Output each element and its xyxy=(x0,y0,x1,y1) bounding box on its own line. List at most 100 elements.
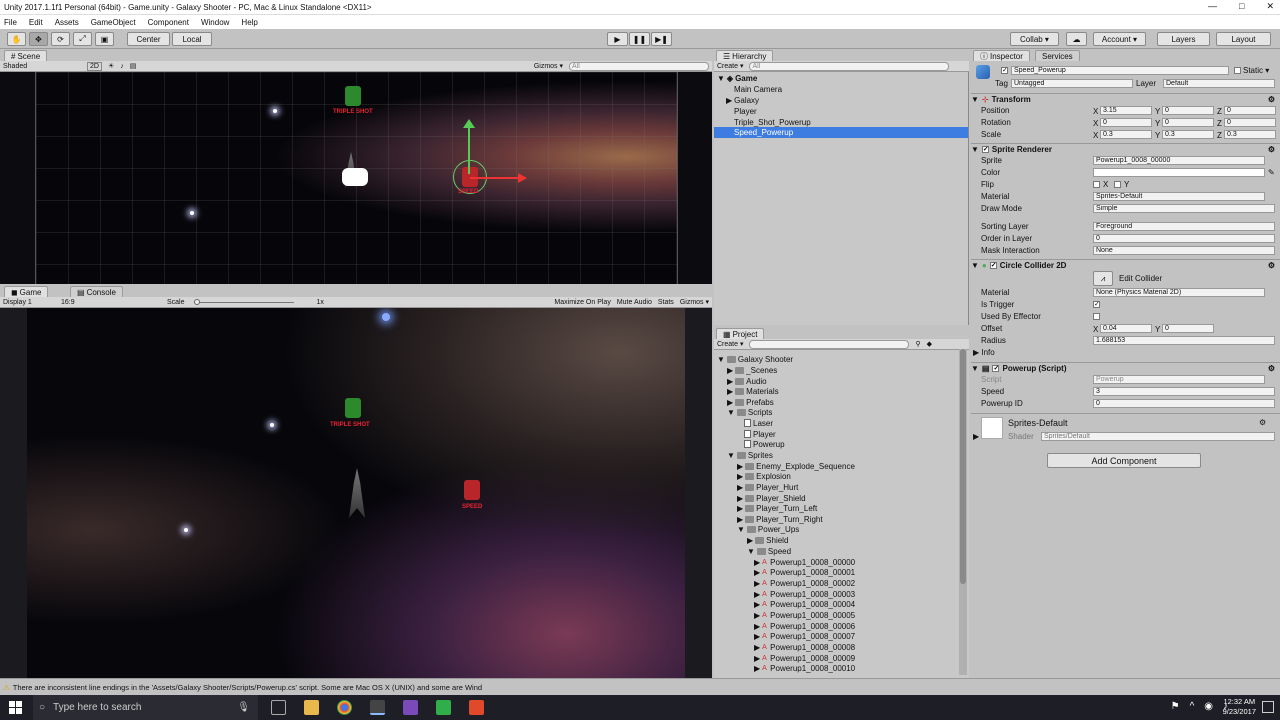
transform-header[interactable]: ▼ ⊹ Transform ⚙ xyxy=(971,93,1280,104)
project-folder-player-shield[interactable]: ▶ Player_Shield xyxy=(737,493,806,504)
hierarchy-search-input[interactable]: All xyxy=(749,61,950,71)
chrome-icon[interactable] xyxy=(337,700,352,715)
scene-gizmos-dropdown[interactable]: Gizmos ▾ xyxy=(534,62,563,70)
expand-arrow-icon[interactable]: ▼ xyxy=(717,355,725,364)
tray-arrow-icon[interactable]: ^ xyxy=(1190,701,1195,712)
project-folder-scripts[interactable]: ▼ Scripts xyxy=(727,407,772,418)
menu-file[interactable]: File xyxy=(4,18,17,27)
camtasia-icon[interactable] xyxy=(436,700,451,715)
sprite-field[interactable]: Powerup1_0008_00000 xyxy=(1093,156,1265,165)
script-enabled-checkbox[interactable]: ✓ xyxy=(992,364,1000,372)
collapsed-arrow-icon[interactable]: ▶ xyxy=(754,643,760,652)
scale-slider-track[interactable] xyxy=(194,302,294,303)
scene-triple-shot-powerup[interactable] xyxy=(345,86,361,106)
move-gizmo-y-axis[interactable] xyxy=(468,124,470,174)
menu-help[interactable]: Help xyxy=(241,18,257,27)
rect-tool-icon[interactable]: ▣ xyxy=(95,32,114,46)
expand-arrow-icon[interactable]: ▼ xyxy=(727,408,735,417)
expand-arrow-icon[interactable]: ▼ xyxy=(971,364,979,373)
component-settings-icon[interactable]: ⚙ xyxy=(1268,261,1275,270)
account-dropdown[interactable]: Account ▾ xyxy=(1093,32,1146,46)
audio-toggle-icon[interactable]: ♪ xyxy=(120,63,124,70)
collapsed-arrow-icon[interactable]: ▶ xyxy=(754,600,760,609)
collapsed-arrow-icon[interactable]: ▶ xyxy=(754,579,760,588)
collapsed-arrow-icon[interactable]: ▶ xyxy=(737,515,743,524)
project-sprite-item[interactable]: ▶ A Powerup1_0008_00009 xyxy=(754,653,855,664)
expand-arrow-icon[interactable]: ▼ xyxy=(971,261,979,270)
project-sprite-item[interactable]: ▶ A Powerup1_0008_00000 xyxy=(754,557,855,568)
project-scrollbar[interactable] xyxy=(959,349,967,675)
material-field[interactable]: Sprites-Default xyxy=(1093,192,1265,201)
windows-start-icon[interactable] xyxy=(9,701,22,714)
menu-gameobject[interactable]: GameObject xyxy=(91,18,136,27)
camera-gizmo-icon[interactable] xyxy=(342,168,368,186)
stats-toggle[interactable]: Stats xyxy=(658,299,674,306)
project-sprite-item[interactable]: ▶ A Powerup1_0008_00006 xyxy=(754,621,855,632)
collapsed-arrow-icon[interactable]: ▶ xyxy=(973,432,979,441)
project-create-dropdown[interactable]: Create ▾ xyxy=(717,340,743,348)
hierarchy-item-player[interactable]: Player xyxy=(734,106,757,117)
offset-y-field[interactable]: 0 xyxy=(1162,324,1214,333)
collapsed-arrow-icon[interactable]: ▶ xyxy=(726,96,732,105)
project-folder-scenes[interactable]: ▶ _Scenes xyxy=(727,365,777,376)
project-folder-materials[interactable]: ▶ Materials xyxy=(727,386,779,397)
project-scrollbar-thumb[interactable] xyxy=(960,349,966,584)
layers-dropdown[interactable]: Layers xyxy=(1157,32,1210,46)
position-x-field[interactable]: 3.15 xyxy=(1100,106,1152,115)
cloud-icon[interactable]: ☁ xyxy=(1066,32,1087,46)
collapsed-arrow-icon[interactable]: ▶ xyxy=(754,611,760,620)
menu-assets[interactable]: Assets xyxy=(55,18,79,27)
play-button[interactable]: ▶ xyxy=(607,32,628,46)
project-sprite-item[interactable]: ▶ A Powerup1_0008_00004 xyxy=(754,599,855,610)
add-component-button[interactable]: Add Component xyxy=(1047,453,1201,468)
static-dropdown[interactable]: Static ▾ xyxy=(1243,66,1269,75)
maximize-on-play-toggle[interactable]: Maximize On Play xyxy=(554,299,610,306)
collapsed-arrow-icon[interactable]: ▶ xyxy=(737,494,743,503)
project-folder-turn-left[interactable]: ▶ Player_Turn_Left xyxy=(737,503,817,514)
scene-view[interactable]: TRIPLE SHOT SPEED xyxy=(0,72,712,284)
used-by-effector-checkbox[interactable] xyxy=(1093,313,1100,320)
sprite-renderer-header[interactable]: ▼ ✓ Sprite Renderer ⚙ xyxy=(971,143,1280,154)
game-view[interactable]: TRIPLE SHOT SPEED xyxy=(0,308,712,678)
project-sprite-item[interactable]: ▶ A Powerup1_0008_00003 xyxy=(754,589,855,600)
collapsed-arrow-icon[interactable]: ▶ xyxy=(737,462,743,471)
filter-type-icon[interactable]: ⚲ xyxy=(915,340,920,348)
minimize-button[interactable]: — xyxy=(1208,1,1217,12)
expand-arrow-icon[interactable]: ▼ xyxy=(717,74,725,83)
order-in-layer-field[interactable]: 0 xyxy=(1093,234,1275,243)
circle-collider-header[interactable]: ▼ ● ✓ Circle Collider 2D ⚙ xyxy=(971,259,1280,270)
collab-dropdown[interactable]: Collab ▾ xyxy=(1010,32,1059,46)
task-view-icon[interactable] xyxy=(271,700,286,715)
is-trigger-checkbox[interactable]: ✓ xyxy=(1093,301,1100,308)
info-foldout[interactable]: ▶ Info xyxy=(973,348,995,357)
recorder-icon[interactable] xyxy=(469,700,484,715)
collapsed-arrow-icon[interactable]: ▶ xyxy=(727,366,733,375)
component-settings-icon[interactable]: ⚙ xyxy=(1268,145,1275,154)
game-gizmos-dropdown[interactable]: Gizmos ▾ xyxy=(680,298,709,306)
rotation-x-field[interactable]: 0 xyxy=(1100,118,1152,127)
move-tool-icon[interactable]: ✥ xyxy=(29,32,48,46)
shader-dropdown[interactable]: Sprites/Default xyxy=(1041,432,1275,441)
flip-x-checkbox[interactable] xyxy=(1093,181,1100,188)
flip-y-checkbox[interactable] xyxy=(1114,181,1121,188)
hierarchy-item-main-camera[interactable]: Main Camera xyxy=(734,84,782,95)
y-arrow-icon[interactable] xyxy=(463,119,475,128)
unity-icon[interactable] xyxy=(370,700,385,715)
mode-2d-toggle[interactable]: 2D xyxy=(87,61,102,71)
maximize-button[interactable]: □ xyxy=(1239,1,1244,12)
collapsed-arrow-icon[interactable]: ▶ xyxy=(754,632,760,641)
visual-studio-icon[interactable] xyxy=(403,700,418,715)
menu-window[interactable]: Window xyxy=(201,18,229,27)
display-dropdown[interactable]: Display 1 xyxy=(3,299,55,306)
project-folder-player-hurt[interactable]: ▶ Player_Hurt xyxy=(737,482,798,493)
project-sprite-item[interactable]: ▶ A Powerup1_0008_00010 xyxy=(754,663,855,674)
powerup-id-field[interactable]: 0 xyxy=(1093,399,1275,408)
component-settings-icon[interactable]: ⚙ xyxy=(1268,364,1275,373)
filter-label-icon[interactable]: ◆ xyxy=(927,340,932,348)
network-icon[interactable]: ◉ xyxy=(1204,701,1213,712)
x-arrow-icon[interactable] xyxy=(518,173,527,183)
menu-component[interactable]: Component xyxy=(148,18,189,27)
pause-button[interactable]: ❚❚ xyxy=(629,32,650,46)
collapsed-arrow-icon[interactable]: ▶ xyxy=(727,398,733,407)
mask-interaction-dropdown[interactable]: None xyxy=(1093,246,1275,255)
